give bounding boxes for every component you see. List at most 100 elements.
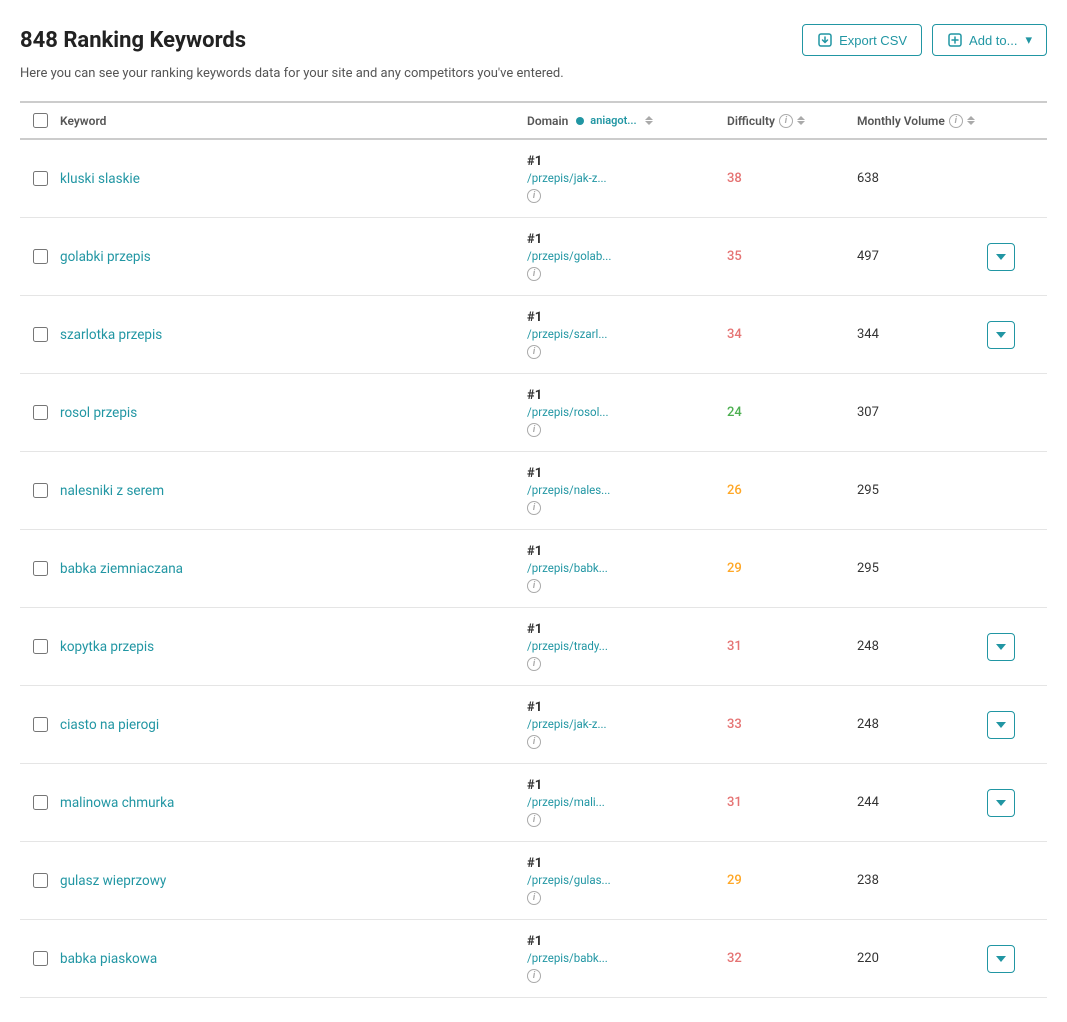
url-link[interactable]: /przepis/szarl... xyxy=(527,327,727,341)
rank-label: #1 xyxy=(527,622,727,637)
url-link[interactable]: /przepis/golab... xyxy=(527,249,727,263)
url-link[interactable]: /przepis/babk... xyxy=(527,561,727,575)
row-checkbox-cell[interactable] xyxy=(20,639,60,654)
keyword-link-11[interactable]: babka piaskowa xyxy=(60,951,157,967)
monthly-volume-column-header[interactable]: Monthly Volume i xyxy=(857,114,987,128)
url-link[interactable]: /przepis/nales... xyxy=(527,483,727,497)
expand-button-2[interactable] xyxy=(987,243,1015,271)
table-row: kopytka przepis #1 /przepis/trady... i 3… xyxy=(20,608,1047,686)
row-checkbox-cell[interactable] xyxy=(20,951,60,966)
keyword-link-9[interactable]: malinowa chmurka xyxy=(60,795,174,811)
rank-label: #1 xyxy=(527,232,727,247)
domain-cell: #1 /przepis/jak-z... i xyxy=(527,700,727,749)
row-checkbox-cell[interactable] xyxy=(20,561,60,576)
keyword-link-10[interactable]: gulasz wieprzowy xyxy=(60,873,166,889)
url-link[interactable]: /przepis/rosol... xyxy=(527,405,727,419)
difficulty-value: 24 xyxy=(727,405,742,420)
url-link[interactable]: /przepis/jak-z... xyxy=(527,171,727,185)
row-checkbox-9[interactable] xyxy=(33,795,48,810)
keyword-link-4[interactable]: rosol przepis xyxy=(60,405,137,421)
table-row: malinowa chmurka #1 /przepis/mali... i 3… xyxy=(20,764,1047,842)
keyword-cell: kluski slaskie xyxy=(60,171,527,187)
keyword-link-7[interactable]: kopytka przepis xyxy=(60,639,154,655)
row-checkbox-cell[interactable] xyxy=(20,873,60,888)
row-checkbox-cell[interactable] xyxy=(20,717,60,732)
url-link[interactable]: /przepis/trady... xyxy=(527,639,727,653)
difficulty-value: 26 xyxy=(727,483,742,498)
row-checkbox-cell[interactable] xyxy=(20,483,60,498)
row-checkbox-3[interactable] xyxy=(33,327,48,342)
row-info-icon[interactable]: i xyxy=(527,579,541,593)
row-checkbox-7[interactable] xyxy=(33,639,48,654)
keyword-link-1[interactable]: kluski slaskie xyxy=(60,171,140,187)
row-checkbox-cell[interactable] xyxy=(20,405,60,420)
volume-sort-icon[interactable] xyxy=(967,116,975,125)
header-checkbox-cell[interactable] xyxy=(20,113,60,128)
table-row: ciasto na pierogi #1 /przepis/jak-z... i… xyxy=(20,686,1047,764)
keyword-link-5[interactable]: nalesniki z serem xyxy=(60,483,164,499)
row-checkbox-6[interactable] xyxy=(33,561,48,576)
url-link[interactable]: /przepis/jak-z... xyxy=(527,717,727,731)
expand-button-7[interactable] xyxy=(987,633,1015,661)
difficulty-sort-icon[interactable] xyxy=(797,116,805,125)
expand-cell xyxy=(987,789,1047,817)
domain-column-header[interactable]: Domain aniagot... xyxy=(527,114,727,128)
domain-sort-icon[interactable] xyxy=(645,116,653,125)
row-info-icon[interactable]: i xyxy=(527,345,541,359)
volume-cell: 220 xyxy=(857,951,987,966)
row-info-icon[interactable]: i xyxy=(527,423,541,437)
volume-info-icon[interactable]: i xyxy=(949,114,963,128)
expand-button-3[interactable] xyxy=(987,321,1015,349)
keyword-link-6[interactable]: babka ziemniaczana xyxy=(60,561,183,577)
difficulty-cell: 34 xyxy=(727,327,857,342)
export-csv-button[interactable]: Export CSV xyxy=(802,24,922,56)
row-checkbox-cell[interactable] xyxy=(20,249,60,264)
difficulty-value: 31 xyxy=(727,639,742,654)
url-link[interactable]: /przepis/mali... xyxy=(527,795,727,809)
row-checkbox-cell[interactable] xyxy=(20,795,60,810)
difficulty-info-icon[interactable]: i xyxy=(779,114,793,128)
page-header: 848 Ranking Keywords Export CSV Add to..… xyxy=(20,24,1047,56)
rank-label: #1 xyxy=(527,310,727,325)
chevron-down-icon xyxy=(996,254,1006,260)
row-info-icon[interactable]: i xyxy=(527,813,541,827)
expand-button-8[interactable] xyxy=(987,711,1015,739)
url-link[interactable]: /przepis/gulas... xyxy=(527,873,727,887)
row-info-icon[interactable]: i xyxy=(527,891,541,905)
row-checkbox-2[interactable] xyxy=(33,249,48,264)
row-checkbox-8[interactable] xyxy=(33,717,48,732)
rank-label: #1 xyxy=(527,778,727,793)
row-info-icon[interactable]: i xyxy=(527,501,541,515)
row-info-icon[interactable]: i xyxy=(527,189,541,203)
difficulty-value: 29 xyxy=(727,561,742,576)
expand-button-11[interactable] xyxy=(987,945,1015,973)
expand-cell xyxy=(987,945,1047,973)
expand-button-9[interactable] xyxy=(987,789,1015,817)
difficulty-cell: 31 xyxy=(727,795,857,810)
keyword-column-header: Keyword xyxy=(60,114,527,128)
table-row: gulasz wieprzowy #1 /przepis/gulas... i … xyxy=(20,842,1047,920)
volume-cell: 307 xyxy=(857,405,987,420)
keyword-link-3[interactable]: szarlotka przepis xyxy=(60,327,162,343)
difficulty-cell: 24 xyxy=(727,405,857,420)
difficulty-column-header[interactable]: Difficulty i xyxy=(727,114,857,128)
row-info-icon[interactable]: i xyxy=(527,735,541,749)
volume-cell: 295 xyxy=(857,561,987,576)
row-checkbox-5[interactable] xyxy=(33,483,48,498)
row-info-icon[interactable]: i xyxy=(527,267,541,281)
keyword-link-8[interactable]: ciasto na pierogi xyxy=(60,717,159,733)
row-checkbox-4[interactable] xyxy=(33,405,48,420)
difficulty-value: 32 xyxy=(727,951,742,966)
select-all-checkbox[interactable] xyxy=(33,113,48,128)
difficulty-value: 38 xyxy=(727,171,742,186)
row-checkbox-cell[interactable] xyxy=(20,327,60,342)
row-info-icon[interactable]: i xyxy=(527,657,541,671)
keyword-link-2[interactable]: golabki przepis xyxy=(60,249,151,265)
row-checkbox-cell[interactable] xyxy=(20,171,60,186)
row-checkbox-10[interactable] xyxy=(33,873,48,888)
row-checkbox-11[interactable] xyxy=(33,951,48,966)
row-info-icon[interactable]: i xyxy=(527,969,541,983)
add-to-button[interactable]: Add to... ▾ xyxy=(932,24,1047,56)
row-checkbox-1[interactable] xyxy=(33,171,48,186)
url-link[interactable]: /przepis/babk... xyxy=(527,951,727,965)
